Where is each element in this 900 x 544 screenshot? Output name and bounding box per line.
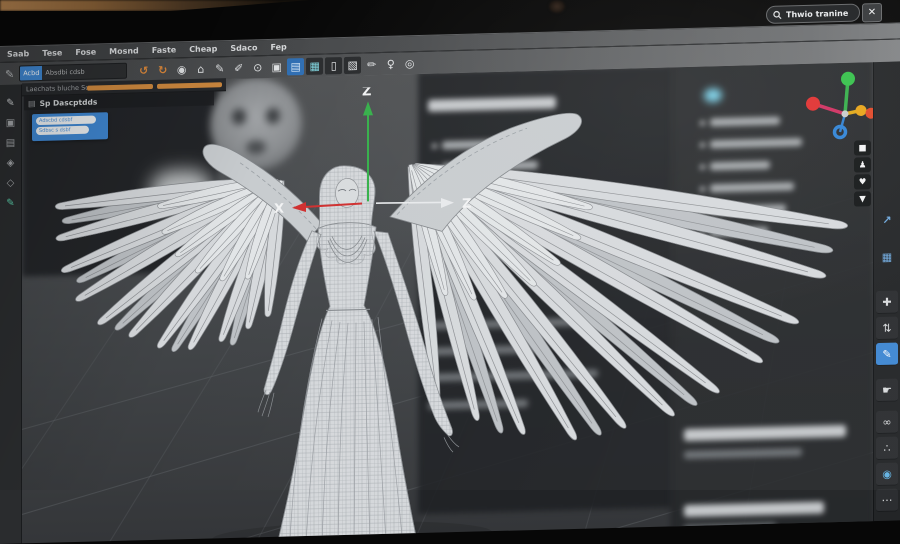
- selection-dropdown[interactable]: Adscbd cdsbf Sdbsc s dsbf: [32, 112, 108, 142]
- user-icon[interactable]: ♟: [854, 157, 871, 173]
- breadcrumb-text: Laechats bluche Scaps Daporne: [26, 83, 88, 94]
- field-selected-text: Acbd: [20, 64, 43, 82]
- frame-icon[interactable]: ■: [854, 140, 871, 156]
- panel-title: Sp Dascptdds: [39, 96, 98, 108]
- scene-panel: ▤ Sp Dascptdds Adscbd cdsbf Sdbsc s dsbf: [24, 91, 214, 142]
- cursor-icon[interactable]: ↗: [876, 208, 898, 231]
- search-text: Thwio tranine: [786, 8, 849, 19]
- close-button[interactable]: ✕: [862, 2, 882, 23]
- viewport-3d[interactable]: ▤ Sp Dascptdds Adscbd cdsbf Sdbsc s dsbf: [22, 61, 873, 544]
- undo-icon[interactable]: ↺: [135, 62, 152, 79]
- svg-text:Z: Z: [362, 84, 371, 99]
- door-icon[interactable]: ⌂: [192, 60, 209, 77]
- lock-icon[interactable]: ◉: [173, 61, 190, 78]
- left-toolbar: ✎ ▣ ▤ ◈ ◇ ✎: [0, 83, 22, 544]
- status-dot-icon: [87, 83, 153, 91]
- menu-item-0[interactable]: Saab: [7, 49, 29, 59]
- dropdown-item[interactable]: Sdbsc s dsbf: [36, 125, 89, 136]
- photo-stage: Thwio tranine ✕ Saab Tese Fose Mosnd Fas…: [0, 0, 900, 544]
- steps-icon[interactable]: ∴: [876, 436, 898, 461]
- status-dot-icon: [156, 81, 222, 89]
- axis-x-handle: [806, 96, 820, 111]
- spheres-icon[interactable]: ◉: [876, 462, 898, 487]
- main-area: ✎ ▣ ▤ ◈ ◇ ✎ ▤ Sp Dascptdds Adscbd cdsbf …: [0, 60, 900, 544]
- hand-icon[interactable]: ☛: [876, 378, 898, 403]
- redo-icon[interactable]: ↻: [154, 61, 171, 78]
- app-window: Thwio tranine ✕ Saab Tese Fose Mosnd Fas…: [0, 0, 900, 544]
- pen-tool-icon[interactable]: ✎: [211, 60, 228, 77]
- menu-item-3[interactable]: Mosnd: [109, 46, 139, 56]
- download-icon[interactable]: ▼: [854, 191, 871, 207]
- dropdown-item[interactable]: Adscbd cdsbf: [36, 115, 96, 126]
- tag-pen-icon[interactable]: ✐: [230, 59, 247, 76]
- menu-item-7[interactable]: Fep: [270, 42, 286, 51]
- desk-edge: [0, 0, 310, 11]
- search-input[interactable]: Thwio tranine: [766, 3, 860, 24]
- axis-navigator[interactable]: [782, 68, 873, 147]
- angel-model[interactable]: Z X Z: [22, 74, 873, 544]
- diamond-icon[interactable]: ◈: [3, 156, 18, 170]
- menu-item-5[interactable]: Cheap: [189, 44, 217, 54]
- view-controls: ■ ♟ ♥ ▼: [854, 140, 871, 207]
- folder-icon[interactable]: ▤: [287, 57, 305, 75]
- sphere-icon[interactable]: ◎: [401, 55, 418, 72]
- link-icon[interactable]: ∞: [876, 410, 898, 435]
- zoom-tool-icon[interactable]: ⊙: [249, 59, 266, 76]
- axis-z-handle: [855, 104, 867, 116]
- wireframe-icon[interactable]: ◇: [3, 176, 18, 190]
- cube-icon[interactable]: ▦: [876, 245, 898, 268]
- svg-text:Z: Z: [462, 197, 471, 212]
- axis-y-handle: [841, 71, 855, 86]
- trash-icon[interactable]: ▯: [325, 56, 343, 74]
- grid-icon[interactable]: ▦: [306, 57, 324, 75]
- right-toolbar: ↗ ▦ ✚ ⇅ ✎ ☛ ∞ ∴ ◉ ⋯: [873, 60, 900, 522]
- svg-text:X: X: [274, 202, 284, 217]
- pen-icon[interactable]: ✎: [5, 67, 14, 80]
- more-icon[interactable]: ⋯: [876, 488, 898, 513]
- menu-item-6[interactable]: Sdaco: [230, 43, 257, 53]
- favorite-icon[interactable]: ♥: [854, 174, 871, 190]
- search-icon: [773, 10, 782, 19]
- annotate-pen-icon[interactable]: ✎: [3, 196, 18, 210]
- tool-icon[interactable]: ✚: [876, 290, 898, 315]
- pen-tool-icon[interactable]: ✎: [3, 96, 18, 110]
- figure-icon[interactable]: ♀: [382, 55, 399, 72]
- brush-icon[interactable]: ✏: [363, 56, 380, 73]
- menu-item-2[interactable]: Fose: [75, 47, 96, 57]
- field-rest-text: Absdbi cdsb: [45, 67, 85, 77]
- menu-item-1[interactable]: Tese: [42, 48, 62, 58]
- menu-item-4[interactable]: Faste: [152, 45, 176, 55]
- swap-icon[interactable]: ⇅: [876, 316, 898, 341]
- select-box-icon[interactable]: ▣: [3, 116, 18, 130]
- name-field[interactable]: Acbd Absdbi cdsb: [19, 62, 128, 82]
- duplicate-icon[interactable]: ▣: [268, 58, 285, 75]
- layers-icon[interactable]: ▤: [3, 136, 18, 150]
- draw-icon[interactable]: ✎: [876, 342, 898, 367]
- panel-icon: ▤: [28, 98, 36, 108]
- image-icon[interactable]: ▧: [344, 56, 362, 74]
